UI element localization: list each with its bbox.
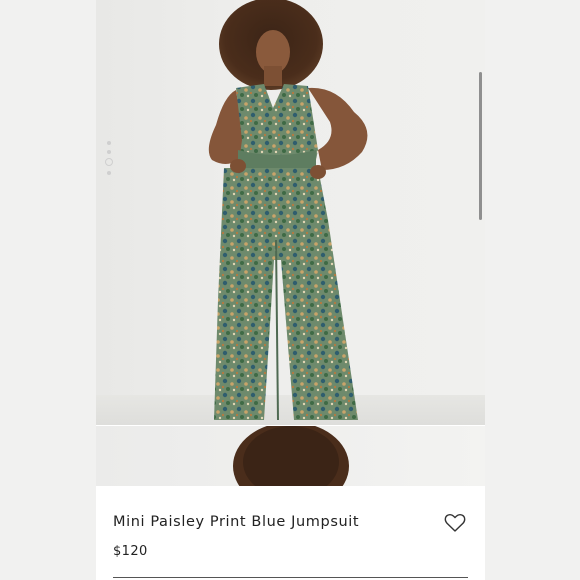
left-margin: [0, 0, 96, 580]
heart-outline-icon: [444, 514, 466, 532]
product-image-next[interactable]: [96, 426, 485, 486]
carousel-dot[interactable]: [107, 150, 111, 154]
product-info-panel: Mini Paisley Print Blue Jumpsuit $120: [96, 486, 485, 580]
product-image-main[interactable]: [96, 0, 485, 425]
model-hair-illustration: [233, 426, 349, 486]
model-in-jumpsuit-illustration: [208, 0, 368, 421]
product-title[interactable]: Mini Paisley Print Blue Jumpsuit: [113, 514, 359, 530]
product-price: $120: [113, 544, 148, 559]
product-screen: Mini Paisley Print Blue Jumpsuit $120: [96, 0, 485, 580]
like-button[interactable]: [444, 513, 466, 533]
scrollbar[interactable]: [479, 72, 482, 220]
carousel-dot[interactable]: [107, 141, 111, 145]
carousel-dot[interactable]: [107, 171, 111, 175]
right-margin: [485, 0, 580, 580]
carousel-indicator[interactable]: [105, 141, 113, 181]
carousel-dot-active[interactable]: [105, 158, 113, 166]
